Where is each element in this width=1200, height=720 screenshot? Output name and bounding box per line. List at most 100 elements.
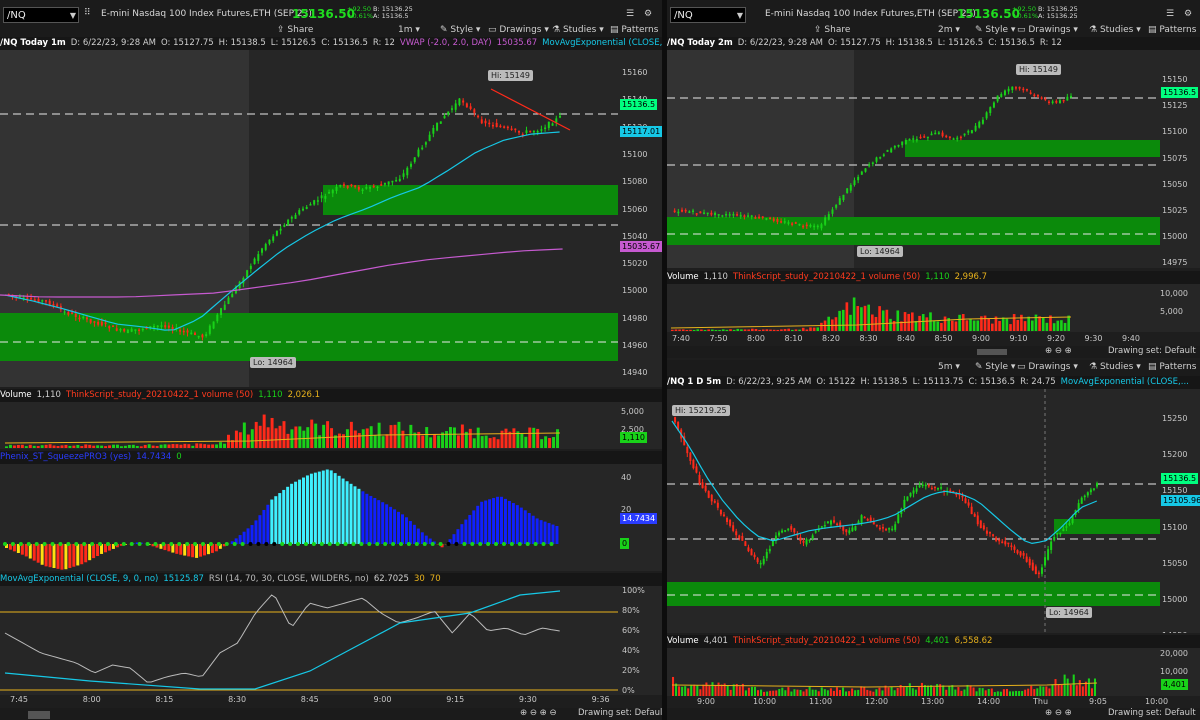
window-menu-icon[interactable]: ☰ bbox=[1166, 9, 1174, 19]
settings-icon[interactable]: ⚙ bbox=[1184, 9, 1192, 19]
candle bbox=[544, 127, 547, 130]
timeframe-selector[interactable]: 1m ▾ bbox=[398, 25, 420, 35]
squeeze-dot bbox=[224, 542, 229, 546]
settings-icon[interactable]: ⚙ bbox=[644, 9, 652, 19]
candle bbox=[888, 528, 891, 530]
studies-menu[interactable]: ⚗ Studies ▾ bbox=[552, 25, 604, 35]
volume-bar bbox=[127, 444, 131, 448]
zoom-controls[interactable]: ⊕ ⊖ ⊕ ⊖ bbox=[520, 708, 557, 718]
volume-bar bbox=[1012, 691, 1015, 696]
patterns-menu[interactable]: ▤ Patterns bbox=[610, 25, 658, 35]
studies-menu[interactable]: ⚗ Studies ▾ bbox=[1089, 362, 1141, 372]
candle bbox=[529, 130, 532, 133]
studies-menu[interactable]: ⚗ Studies ▾ bbox=[1089, 25, 1141, 35]
time-tick-label: 12:00 bbox=[865, 697, 889, 706]
share-button[interactable]: ⇪ Share bbox=[277, 25, 313, 35]
candle bbox=[704, 485, 707, 492]
volume-bar bbox=[878, 306, 881, 331]
candle bbox=[301, 208, 304, 211]
volume-bar bbox=[484, 435, 488, 448]
style-menu[interactable]: ✎ Style ▾ bbox=[975, 362, 1015, 372]
volume-bar bbox=[991, 323, 994, 331]
volume-bar bbox=[835, 687, 838, 696]
vwap-value: 15035.67 bbox=[496, 38, 538, 48]
timeframe-selector[interactable]: 2m ▾ bbox=[938, 25, 960, 35]
drawings-menu[interactable]: ▭ Drawings ▾ bbox=[1017, 362, 1078, 372]
volume-study-label: ThinkScript_study_20210422_1 volume (50) bbox=[732, 272, 921, 282]
candle bbox=[1053, 537, 1056, 541]
patterns-menu[interactable]: ▤ Patterns bbox=[1148, 362, 1196, 372]
candle bbox=[710, 212, 713, 215]
patterns-menu[interactable]: ▤ Patterns bbox=[1148, 25, 1196, 35]
candle bbox=[1047, 101, 1050, 104]
volume-bar bbox=[480, 436, 484, 448]
symbol-selector[interactable]: /NQ ▼ bbox=[670, 7, 746, 23]
candle bbox=[992, 534, 995, 536]
volume-bar bbox=[1060, 684, 1063, 696]
drawing-set-label[interactable]: Drawing set: Default bbox=[1108, 708, 1196, 718]
drawings-menu[interactable]: ▭ Drawings ▾ bbox=[488, 25, 549, 35]
share-button[interactable]: ⇪ Share bbox=[814, 25, 850, 35]
left-rsi-pane[interactable]: MovAvgExponential (CLOSE, 9, 0, no) 15125… bbox=[0, 573, 662, 695]
right-top-price-pane[interactable]: /NQ Today 2m D: 6/22/23, 9:28 AM O: 15127.… bbox=[667, 37, 1200, 268]
left-squeeze-pane[interactable]: Phenix_ST_SqueezePRO3 (yes) 14.7434 0 40 2… bbox=[0, 451, 662, 571]
volume-bar bbox=[811, 689, 814, 696]
volume-bar bbox=[798, 329, 801, 331]
drawing-set-label[interactable]: Drawing set: Default bbox=[578, 708, 662, 718]
volume-bar bbox=[961, 314, 965, 331]
volume-bar bbox=[456, 435, 460, 448]
axis-tick-label: 14940 bbox=[622, 368, 648, 378]
squeeze-histogram-bar bbox=[48, 544, 52, 568]
candle bbox=[30, 297, 33, 300]
volume-bar bbox=[958, 314, 961, 331]
volume-value: 1,110 bbox=[703, 272, 728, 282]
squeeze-dot bbox=[42, 542, 47, 546]
zoom-controls[interactable]: ⊕ ⊖ ⊕ bbox=[1045, 708, 1072, 718]
volume-bar bbox=[747, 687, 750, 696]
volume-bar bbox=[708, 686, 711, 696]
style-menu[interactable]: ✎ Style ▾ bbox=[440, 25, 480, 35]
scroll-bar[interactable] bbox=[977, 349, 1007, 355]
left-rsi-header: MovAvgExponential (CLOSE, 9, 0, no) 15125… bbox=[0, 573, 662, 586]
last-price: 15136.50 bbox=[957, 7, 1021, 21]
time-tick-label: 8:45 bbox=[300, 695, 319, 704]
volume-bar bbox=[963, 689, 966, 696]
right-top-volume-pane[interactable]: Volume 1,110 ThinkScript_study_20210422_1 … bbox=[667, 271, 1200, 332]
link-icon[interactable]: ⠿ bbox=[84, 8, 91, 18]
left-price-chart[interactable] bbox=[0, 37, 662, 387]
candle bbox=[268, 239, 271, 244]
left-price-pane[interactable]: /NQ Today 1m D: 6/22/23, 9:28 AM O: 15127.… bbox=[0, 37, 662, 387]
squeeze-histogram-bar bbox=[452, 534, 456, 544]
squeeze-histogram-bar bbox=[460, 524, 464, 544]
rsi-study-label: RSI (14, 70, 30, CLOSE, WILDERS, no) bbox=[208, 574, 369, 584]
candle bbox=[714, 212, 717, 216]
drawings-label: Drawings bbox=[1028, 362, 1071, 372]
drawings-menu[interactable]: ▭ Drawings ▾ bbox=[1017, 25, 1078, 35]
candle bbox=[904, 139, 907, 145]
right-bottom-price-chart[interactable] bbox=[667, 376, 1200, 633]
scroll-bar[interactable] bbox=[28, 711, 50, 719]
candle bbox=[63, 311, 66, 313]
volume-bar bbox=[187, 444, 191, 448]
left-volume-pane[interactable]: Volume 1,110 ThinkScript_study_20210422_1 … bbox=[0, 389, 662, 449]
squeeze-dot bbox=[501, 542, 506, 546]
volume-bar bbox=[353, 430, 357, 448]
timeframe-selector[interactable]: 5m ▾ bbox=[938, 362, 960, 372]
volume-bar bbox=[1075, 685, 1078, 696]
zoom-controls[interactable]: ⊕ ⊖ ⊕ bbox=[1045, 346, 1072, 356]
candle bbox=[890, 148, 893, 153]
drawing-set-label[interactable]: Drawing set: Default bbox=[1108, 346, 1196, 356]
right-top-price-chart[interactable] bbox=[667, 37, 1200, 268]
candle bbox=[1066, 96, 1069, 101]
right-bottom-volume-pane[interactable]: Volume 4,401 ThinkScript_study_20210422_1 … bbox=[667, 635, 1200, 696]
candle bbox=[205, 334, 208, 337]
window-menu-icon[interactable]: ☰ bbox=[626, 9, 634, 19]
squeeze-histogram-bar bbox=[531, 515, 535, 544]
symbol-selector[interactable]: /NQ ▼ bbox=[3, 7, 79, 23]
candle bbox=[996, 95, 999, 102]
style-menu[interactable]: ✎ Style ▾ bbox=[975, 25, 1015, 35]
right-bottom-price-pane[interactable]: /NQ 1 D 5m D: 6/22/23, 9:25 AM O: 15122 H: … bbox=[667, 376, 1200, 633]
axis-tick-label: 0% bbox=[622, 686, 635, 695]
candle bbox=[1083, 495, 1086, 498]
range-stat: R: 24.75 bbox=[1020, 377, 1056, 387]
